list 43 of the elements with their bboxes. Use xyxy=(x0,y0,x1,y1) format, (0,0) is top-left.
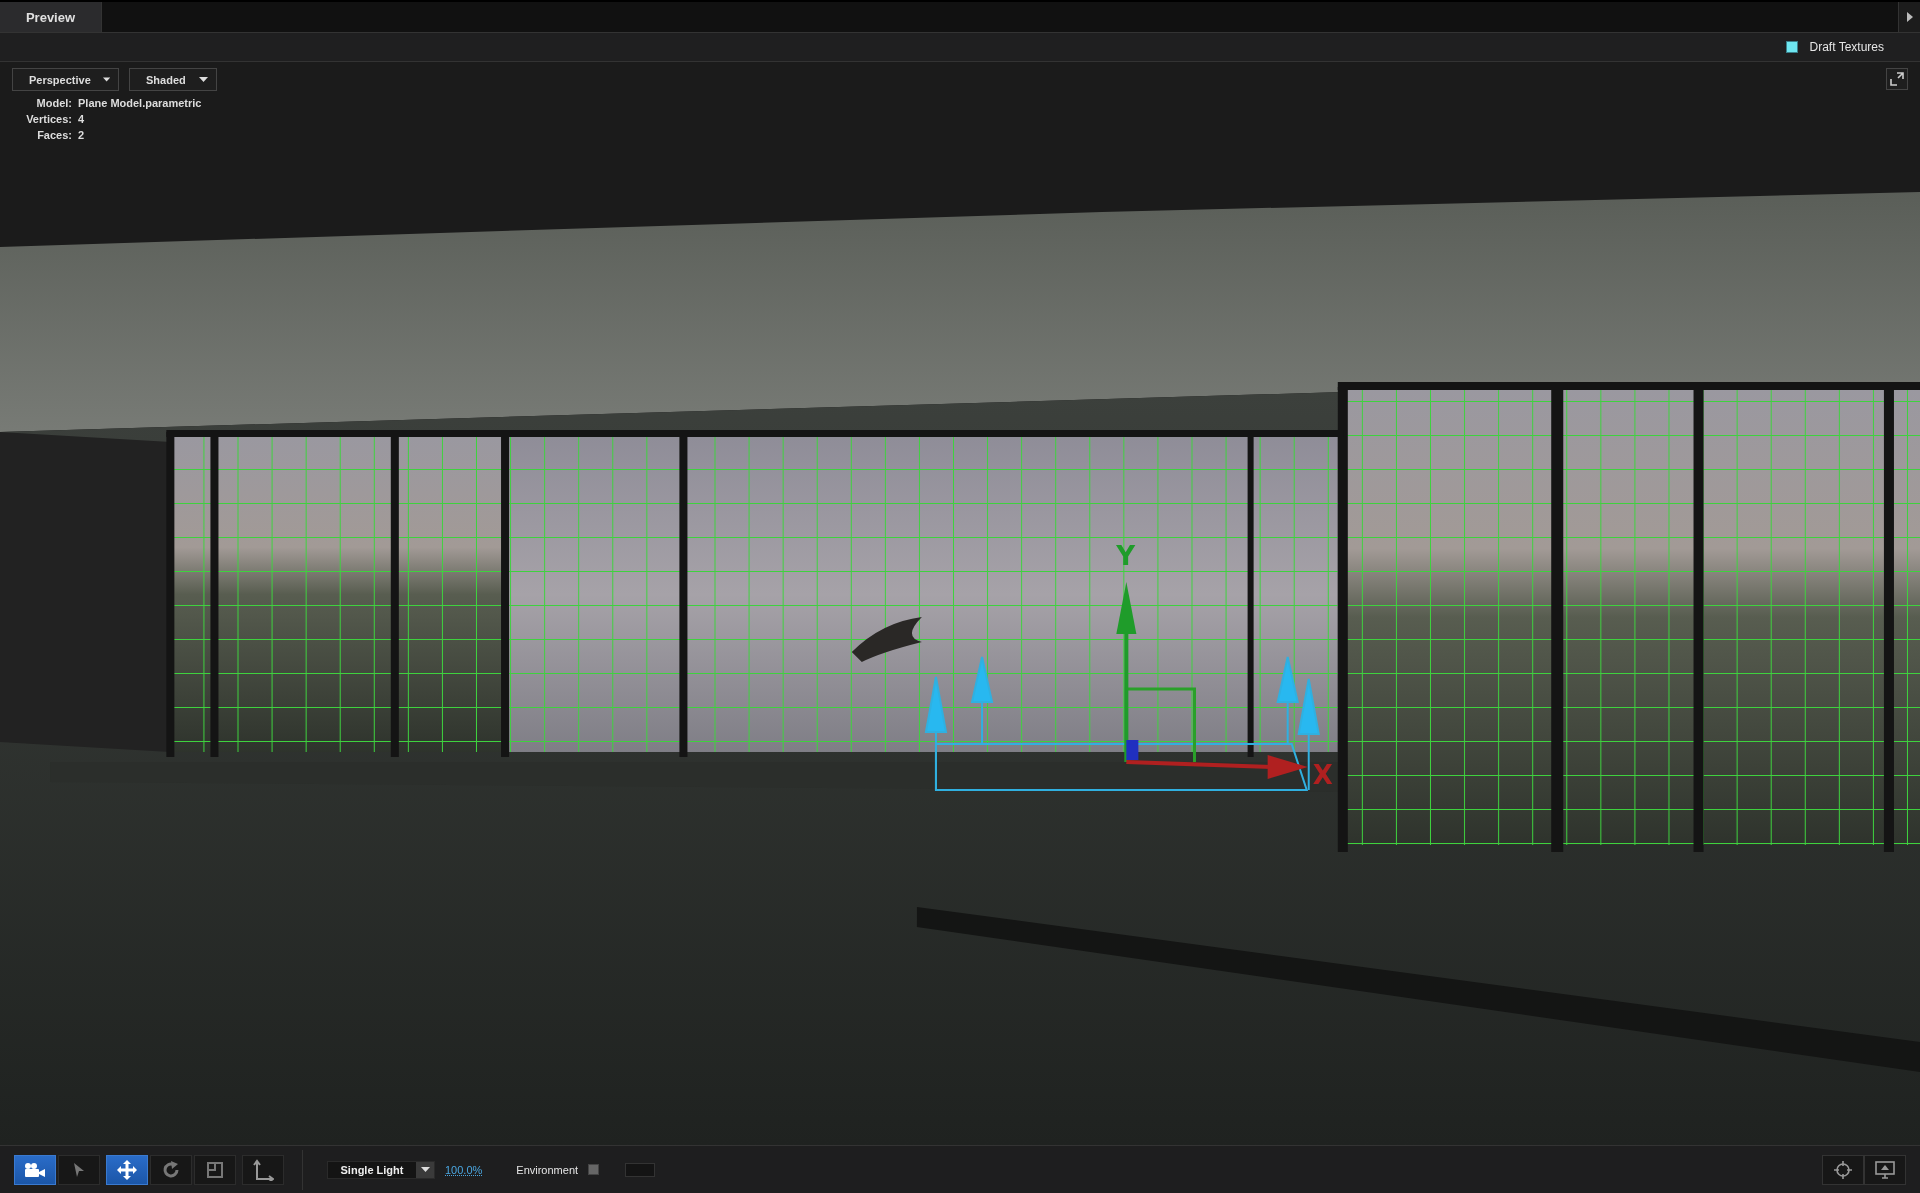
triangle-icon xyxy=(1906,12,1913,22)
view-dropdown[interactable]: Shaded xyxy=(129,68,217,91)
caret-icon xyxy=(199,77,208,82)
info-label: Faces: xyxy=(37,129,72,141)
rotate-tool-button[interactable] xyxy=(150,1154,192,1185)
monitor-icon xyxy=(1875,1160,1895,1179)
view-dropdown[interactable]: Perspective xyxy=(12,68,119,91)
scale-tool-button[interactable] xyxy=(194,1154,236,1185)
info-value: 4 xyxy=(78,113,85,125)
environment-checkbox[interactable]: Environment xyxy=(516,1163,600,1176)
preview-tab[interactable]: Preview xyxy=(0,2,102,32)
camera-tool-button[interactable] xyxy=(14,1154,56,1185)
color-swatch[interactable] xyxy=(625,1162,656,1177)
axis-label: X xyxy=(1312,760,1333,790)
pointer-icon xyxy=(73,1161,85,1178)
checkbox-label: Environment xyxy=(516,1163,579,1176)
checkbox-box[interactable] xyxy=(1785,41,1798,53)
caret-icon xyxy=(102,77,110,82)
axis-label: Y xyxy=(1116,541,1136,571)
crosshair-icon xyxy=(1834,1160,1852,1179)
checkbox-box[interactable] xyxy=(588,1164,600,1175)
info-value: Plane Model.parametric xyxy=(78,97,202,109)
pointer-tool-button[interactable] xyxy=(58,1154,100,1185)
axes-tool-button[interactable] xyxy=(242,1154,284,1185)
rotate-icon xyxy=(161,1159,181,1180)
panel-expand-button[interactable] xyxy=(1898,2,1920,32)
draft-textures-checkbox[interactable]: Draft Textures xyxy=(1785,40,1884,54)
video-camera-icon xyxy=(24,1161,46,1178)
checkbox-label: Draft Textures xyxy=(1809,40,1884,54)
info-label: Vertices: xyxy=(26,113,72,125)
lighting-dropdown[interactable]: Single Light xyxy=(327,1160,435,1179)
display-button[interactable] xyxy=(1864,1154,1906,1185)
expand-icon xyxy=(1890,72,1904,86)
zoom-link[interactable]: 100.0% xyxy=(445,1163,483,1176)
target-button[interactable] xyxy=(1822,1154,1864,1185)
info-value: 2 xyxy=(78,129,85,141)
axes-icon xyxy=(252,1158,274,1181)
maximize-button[interactable] xyxy=(1886,68,1908,90)
square-icon xyxy=(206,1160,224,1179)
info-label: Model: xyxy=(36,97,72,109)
move-tool-button[interactable] xyxy=(106,1154,148,1185)
caret-icon xyxy=(420,1167,430,1172)
move-arrows-icon xyxy=(116,1158,138,1181)
